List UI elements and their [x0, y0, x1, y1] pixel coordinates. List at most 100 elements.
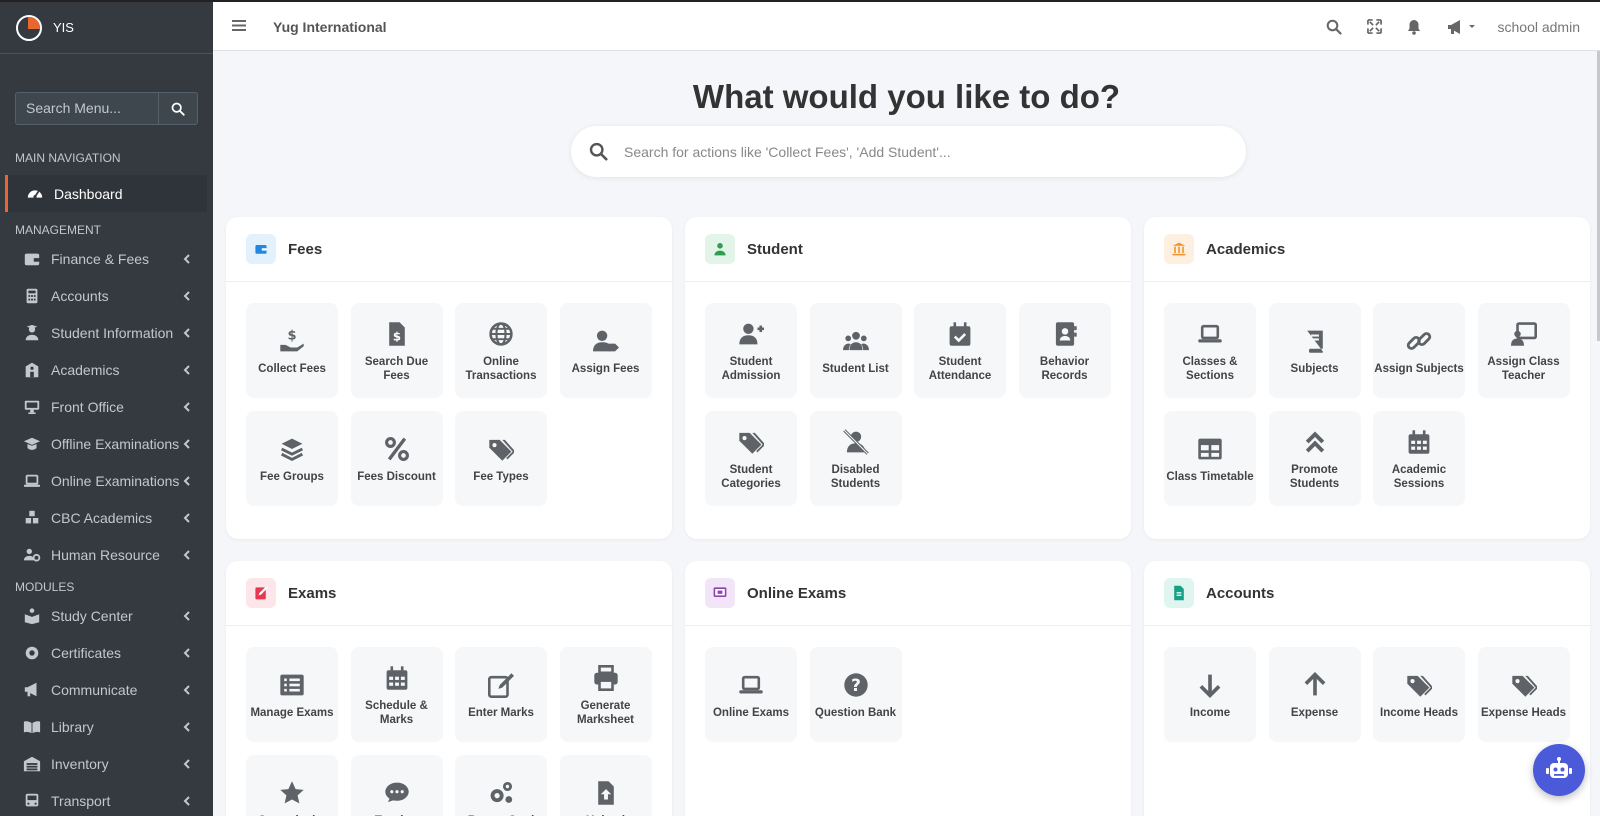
tile-assign-class-teacher[interactable]: Assign Class Teacher	[1477, 303, 1570, 398]
tile-income[interactable]: Income	[1164, 647, 1256, 742]
hamburger-menu-icon[interactable]	[232, 19, 246, 37]
wallet-icon	[22, 249, 42, 269]
sidebar-item-certificates[interactable]: Certificates	[0, 634, 213, 671]
tile-online-transactions[interactable]: Online Transactions	[455, 303, 547, 398]
tile-fee-types[interactable]: Fee Types	[455, 411, 547, 506]
tags-icon	[736, 427, 766, 457]
sidebar-item-communicate[interactable]: Communicate	[0, 671, 213, 708]
fullscreen-icon[interactable]	[1367, 19, 1382, 39]
tile-academic-sessions[interactable]: Academic Sessions	[1373, 411, 1465, 506]
tile-cocurricular[interactable]: Cocurricular	[246, 755, 338, 816]
sidebar-item-accounts[interactable]: Accounts	[0, 277, 213, 314]
sidebar-item-label: Certificates	[51, 644, 122, 661]
edit-icon	[486, 670, 516, 700]
search-icon	[171, 102, 185, 116]
bullhorn-icon	[22, 680, 42, 700]
sidebar-item-label: Human Resource	[51, 546, 160, 563]
card-header: Exams	[226, 561, 672, 626]
sidebar-item-label: Offline Examinations	[51, 435, 180, 452]
card-fees: Fees $ Collect Fees $ Search Due Fees Online …	[226, 217, 672, 539]
bullhorn-dropdown-icon[interactable]	[1447, 19, 1477, 40]
tile-classes-sections[interactable]: Classes & Sections	[1164, 303, 1256, 398]
card-accounts: Accounts Income Expense Income Heads Expense…	[1144, 561, 1590, 816]
globe-icon	[486, 319, 516, 349]
tile-label: Fee Types	[473, 470, 529, 483]
arrow-down-icon	[1195, 670, 1225, 700]
sidebar-item-label: Transport	[51, 792, 111, 809]
brand-name: YIS	[53, 20, 74, 35]
tile-schedule-marks[interactable]: Schedule & Marks	[350, 647, 443, 742]
tile-fees-discount[interactable]: Fees Discount	[350, 411, 443, 506]
tile-disabled-students[interactable]: Disabled Students	[809, 411, 902, 506]
tile-generate-marksheet[interactable]: Generate Marksheet	[559, 647, 652, 742]
sidebar-item-front-office[interactable]: Front Office	[0, 388, 213, 425]
calendar-check-icon	[945, 319, 975, 349]
svg-text:?: ?	[851, 674, 861, 694]
tile-question-bank[interactable]: ? Question Bank	[809, 647, 902, 742]
tile-student-categories[interactable]: Student Categories	[705, 411, 797, 506]
tile-class-timetable[interactable]: Class Timetable	[1164, 411, 1256, 506]
tile-search-due-fees[interactable]: $ Search Due Fees	[350, 303, 443, 398]
sidebar-item-student-information[interactable]: Student Information	[0, 314, 213, 351]
brand[interactable]: YIS	[0, 2, 213, 54]
sidebar-item-study-center[interactable]: Study Center	[0, 597, 213, 634]
tile-upload[interactable]: Upload	[559, 755, 652, 816]
tile-label: Fees Discount	[357, 470, 436, 483]
tile-label: Manage Exams	[250, 706, 334, 719]
tile-student-attendance[interactable]: Student Attendance	[914, 303, 1006, 398]
sidebar-item-library[interactable]: Library	[0, 708, 213, 745]
tile-student-list[interactable]: Student List	[809, 303, 902, 398]
tile-subjects[interactable]: Subjects	[1268, 303, 1361, 398]
tile-expense-heads[interactable]: Expense Heads	[1477, 647, 1570, 742]
book-open-icon	[22, 717, 42, 737]
tile-online-exams[interactable]: Online Exams	[705, 647, 797, 742]
user-menu[interactable]: school admin	[1498, 19, 1581, 35]
nav-header-management: MANAGEMENT	[15, 223, 102, 237]
tile-student-admission[interactable]: Student Admission	[705, 303, 797, 398]
user-slash-icon	[841, 427, 871, 457]
sidebar-item-cbc-academics[interactable]: CBC Academics	[0, 499, 213, 536]
sidebar-item-human-resource[interactable]: Human Resource	[0, 536, 213, 573]
sidebar-item-finance-fees[interactable]: Finance & Fees	[0, 240, 213, 277]
tile-label: Expense	[1290, 706, 1339, 719]
tile-income-heads[interactable]: Income Heads	[1373, 647, 1465, 742]
bell-icon[interactable]	[1407, 19, 1421, 40]
chevron-left-icon	[183, 721, 190, 732]
sidebar-item-label: Online Examinations	[51, 472, 180, 489]
tile-fee-groups[interactable]: Fee Groups	[246, 411, 338, 506]
sidebar-item-transport[interactable]: Transport	[0, 782, 213, 816]
tile-label: Student Categories	[721, 463, 781, 490]
sidebar-item-academics[interactable]: Academics	[0, 351, 213, 388]
tile-behavior-records[interactable]: Behavior Records	[1018, 303, 1111, 398]
sidebar-item-label: Academics	[51, 361, 120, 378]
tile-enter-marks[interactable]: Enter Marks	[455, 647, 547, 742]
sidebar-search-input[interactable]: Search Menu...	[15, 92, 158, 125]
sidebar-item-online-examinations[interactable]: Online Examinations	[0, 462, 213, 499]
tile-report-card[interactable]: Report Card	[455, 755, 547, 816]
sidebar-item-label: Front Office	[51, 398, 124, 415]
search-icon[interactable]	[1326, 19, 1342, 40]
tile-teacher[interactable]: Teacher	[350, 755, 443, 816]
chatbot-button[interactable]	[1533, 744, 1585, 796]
tags-icon	[1404, 670, 1434, 700]
file-upload-icon	[591, 778, 621, 808]
tile-label: Question Bank	[814, 706, 897, 719]
cubes-icon	[22, 508, 42, 528]
tile-assign-subjects[interactable]: Assign Subjects	[1373, 303, 1465, 398]
svg-text:$: $	[287, 328, 296, 343]
file-dollar-icon: $	[382, 319, 412, 349]
action-search-input[interactable]: Search for actions like 'Collect Fees', …	[571, 126, 1246, 177]
exams-icon	[246, 578, 276, 608]
tile-collect-fees[interactable]: $ Collect Fees	[246, 303, 338, 398]
sidebar-item-dashboard[interactable]: Dashboard	[5, 175, 207, 212]
tile-manage-exams[interactable]: Manage Exams	[246, 647, 338, 742]
desktop-icon	[22, 397, 42, 417]
tile-promote-students[interactable]: Promote Students	[1268, 411, 1361, 506]
sidebar-search-button[interactable]	[158, 92, 198, 125]
tile-assign-fees[interactable]: Assign Fees	[559, 303, 652, 398]
chalkboard-teacher-icon	[1509, 319, 1539, 349]
sidebar-item-label: Student Information	[51, 324, 174, 341]
tile-expense[interactable]: Expense	[1268, 647, 1361, 742]
sidebar-item-offline-examinations[interactable]: Offline Examinations	[0, 425, 213, 462]
sidebar-item-inventory[interactable]: Inventory	[0, 745, 213, 782]
